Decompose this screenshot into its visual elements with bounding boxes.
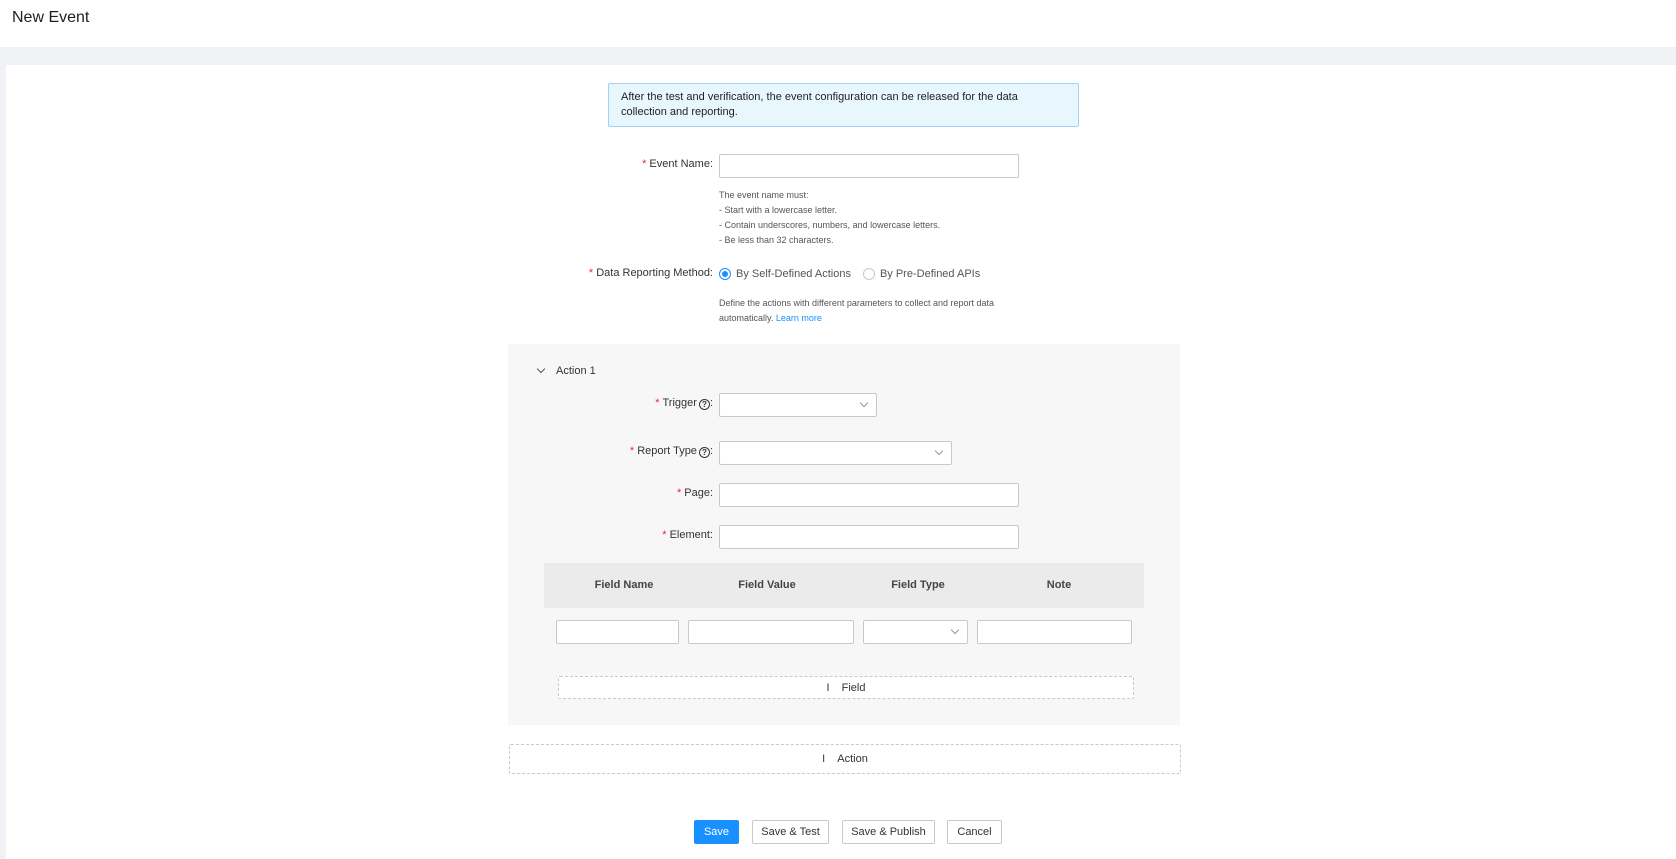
page-title: New Event <box>12 9 90 26</box>
trigger-label: * Trigger?: <box>655 397 713 410</box>
radio-checked-icon <box>719 268 731 280</box>
report-type-select[interactable] <box>719 441 952 465</box>
field-name-input[interactable] <box>556 620 679 644</box>
event-name-input[interactable] <box>719 154 1019 178</box>
add-field-button[interactable]: I Field <box>558 676 1134 699</box>
field-table-header: Field Name Field Value Field Type Note <box>544 563 1144 608</box>
radio-unchecked-icon <box>862 268 875 280</box>
reporting-method-radio-group: By Self-Defined Actions By Pre-Defined A… <box>719 268 992 280</box>
column-header-note: Note <box>1046 579 1072 591</box>
required-mark: * <box>629 445 635 457</box>
chevron-down-icon <box>859 398 869 408</box>
question-icon[interactable]: ? <box>698 447 710 458</box>
required-mark: * <box>662 529 667 541</box>
save-button[interactable]: Save <box>694 820 739 844</box>
save-test-button[interactable]: Save & Test <box>752 820 829 844</box>
element-label: * Element: <box>662 529 713 541</box>
plus-icon: I <box>826 681 830 694</box>
chevron-down-icon <box>950 625 960 635</box>
page-header: New Event <box>0 0 1676 47</box>
column-header-field-name: Field Name <box>594 579 654 591</box>
info-alert: After the test and verification, the eve… <box>608 83 1079 127</box>
field-value-input[interactable] <box>688 620 854 644</box>
page-label: * Page: <box>676 487 713 499</box>
chevron-down-icon <box>934 446 944 456</box>
trigger-select[interactable] <box>719 393 877 417</box>
reporting-method-help: Define the actions with different parame… <box>719 298 994 323</box>
column-header-field-type: Field Type <box>891 579 945 591</box>
reporting-method-label: * Data Reporting Method: <box>588 267 713 279</box>
learn-more-link[interactable]: Learn more <box>776 313 822 323</box>
action-collapse-header[interactable]: Action 1 <box>536 364 596 377</box>
report-type-label: * Report Type?: <box>629 445 713 458</box>
plus-icon: I <box>822 753 826 765</box>
event-name-help: The event name must: - Start with a lowe… <box>719 190 941 245</box>
field-type-select[interactable] <box>863 620 968 644</box>
required-mark: * <box>655 397 660 409</box>
add-action-button[interactable]: I Action <box>509 744 1181 774</box>
required-mark: * <box>642 158 647 170</box>
required-mark: * <box>588 267 594 279</box>
note-input[interactable] <box>977 620 1132 644</box>
column-header-field-value: Field Value <box>738 579 796 591</box>
save-publish-button[interactable]: Save & Publish <box>842 820 935 844</box>
question-icon[interactable]: ? <box>698 399 710 410</box>
required-mark: * <box>676 487 682 499</box>
page-input[interactable] <box>719 483 1019 507</box>
chevron-down-icon <box>536 364 546 374</box>
element-input[interactable] <box>719 525 1019 549</box>
radio-self-defined-actions[interactable]: By Self-Defined Actions <box>719 268 851 280</box>
cancel-button[interactable]: Cancel <box>947 820 1002 844</box>
event-name-label: * Event Name: <box>642 158 713 170</box>
radio-pre-defined-apis[interactable]: By Pre-Defined APIs <box>862 268 980 280</box>
